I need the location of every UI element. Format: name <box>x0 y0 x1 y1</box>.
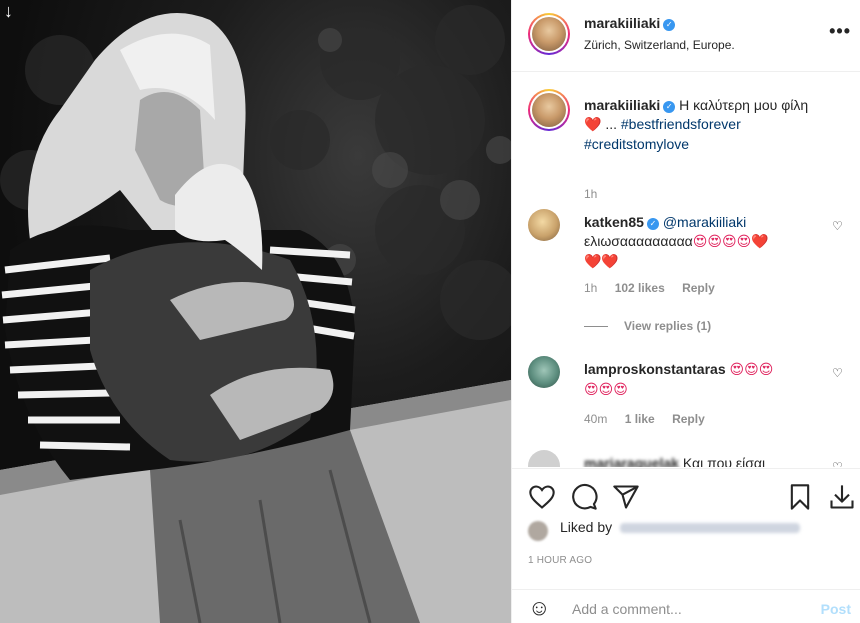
comment-item: katken85 ✓ @marakiiliaki ελιωσααααααααα😍😍… <box>528 209 848 339</box>
view-replies-line <box>584 326 608 328</box>
comment-emojis: 😍😍😍😍❤️ <box>692 234 769 250</box>
caption-body: marakiiliaki ✓ Η καλύτερη μου φίλη ❤️ ...… <box>584 96 824 154</box>
verified-badge-icon: ✓ <box>663 19 676 31</box>
view-replies-label: View replies (1) <box>624 319 712 333</box>
caption-item: marakiiliaki ✓ Η καλύτερη μου φίλη ❤️ ...… <box>528 89 848 201</box>
liked-by-names-blurred <box>620 523 801 534</box>
liked-by[interactable]: Liked by <box>560 519 801 535</box>
share-icon[interactable] <box>612 483 640 511</box>
comment-time[interactable]: 1h <box>584 281 597 295</box>
comment-meta: 40m 1 like Reply <box>584 412 719 426</box>
post-details-panel: marakiiliaki ✓ Zürich, Switzerland, Europ… <box>511 0 860 623</box>
commenter-avatar[interactable] <box>528 209 560 241</box>
reply-button[interactable]: Reply <box>682 281 715 295</box>
caption-meta: 1h <box>584 187 611 201</box>
comment-likes[interactable]: 102 likes <box>615 281 665 295</box>
author-username-row: marakiiliaki ✓ <box>584 15 676 31</box>
download-arrow-icon[interactable]: ↓ <box>4 2 13 20</box>
commenter-avatar[interactable] <box>528 356 560 388</box>
caption-emoji: ❤️ <box>584 117 602 133</box>
comment-username[interactable]: mariaraquelak <box>584 455 679 467</box>
more-options-icon[interactable]: ••• <box>829 21 851 42</box>
caption-avatar[interactable] <box>528 89 570 131</box>
add-comment-input[interactable]: Add a comment... <box>572 601 682 617</box>
comment-body: mariaraquelak Και που είσαι <box>584 454 824 467</box>
comment-like-heart-icon[interactable]: ♡ <box>832 366 844 380</box>
comment-emojis-2: ❤️❤️ <box>584 254 619 270</box>
emoji-icon[interactable]: ☺ <box>528 595 550 621</box>
add-comment-row: ☺ Add a comment... Post <box>512 589 860 623</box>
post-button[interactable]: Post <box>821 601 851 617</box>
comment-text: Και που είσαι <box>682 455 766 467</box>
comment-likes[interactable]: 1 like <box>625 412 655 426</box>
heart-icon[interactable] <box>528 483 556 511</box>
liked-by-avatar[interactable] <box>528 521 548 541</box>
caption-ellipsis: ... <box>605 116 617 132</box>
post-header: marakiiliaki ✓ Zürich, Switzerland, Europ… <box>512 0 860 72</box>
author-username[interactable]: marakiiliaki <box>584 15 660 31</box>
verified-badge-icon: ✓ <box>663 101 676 113</box>
post-location[interactable]: Zürich, Switzerland, Europe. <box>584 38 735 52</box>
bookmark-icon[interactable] <box>786 483 814 511</box>
comment-icon[interactable] <box>570 483 598 511</box>
comment-meta: 1h 102 likes Reply <box>584 281 729 295</box>
comment-username[interactable]: lamproskonstantaras <box>584 361 726 377</box>
comment-text: ελιωσααααααααα <box>584 233 693 249</box>
caption-text: Η καλύτερη μου φίλη <box>679 97 809 113</box>
view-replies-button[interactable]: View replies (1) <box>584 319 711 333</box>
caption-username[interactable]: marakiiliaki <box>584 97 660 113</box>
comment-item: mariaraquelak Και που είσαι ♡ <box>528 450 848 467</box>
post-photo[interactable]: ↓ <box>0 0 511 623</box>
comment-body: katken85 ✓ @marakiiliaki ελιωσααααααααα😍😍… <box>584 213 824 272</box>
verified-badge-icon: ✓ <box>646 218 659 230</box>
comment-item: lamproskonstantaras 😍😍😍 😍😍😍 ♡ 40m 1 like… <box>528 356 848 436</box>
comment-body: lamproskonstantaras 😍😍😍 😍😍😍 <box>584 360 824 400</box>
hashtag-creditstomylove[interactable]: #creditstomylove <box>584 136 689 152</box>
comment-username[interactable]: katken85 <box>584 214 644 230</box>
comments-list: marakiiliaki ✓ Η καλύτερη μου φίλη ❤️ ...… <box>512 73 860 467</box>
author-avatar[interactable] <box>528 13 570 55</box>
reply-button[interactable]: Reply <box>672 412 705 426</box>
download-icon[interactable] <box>828 483 856 511</box>
comment-emojis: 😍😍😍 <box>729 362 774 378</box>
commenter-avatar[interactable] <box>528 450 560 467</box>
hashtag-bestfriendsforever[interactable]: #bestfriendsforever <box>621 116 741 132</box>
comment-time[interactable]: 40m <box>584 412 607 426</box>
post-actions: Liked by 1 HOUR AGO ☺ Add a comment... P… <box>512 468 860 620</box>
caption-time[interactable]: 1h <box>584 187 597 201</box>
comment-emojis-2: 😍😍😍 <box>584 382 628 398</box>
photo-illustration <box>0 5 511 623</box>
post-time-ago[interactable]: 1 HOUR AGO <box>528 555 592 566</box>
liked-by-label: Liked by <box>560 519 613 535</box>
comment-like-heart-icon[interactable]: ♡ <box>832 219 844 233</box>
comment-like-heart-icon[interactable]: ♡ <box>832 460 844 467</box>
comment-mention[interactable]: @marakiiliaki <box>663 214 746 230</box>
